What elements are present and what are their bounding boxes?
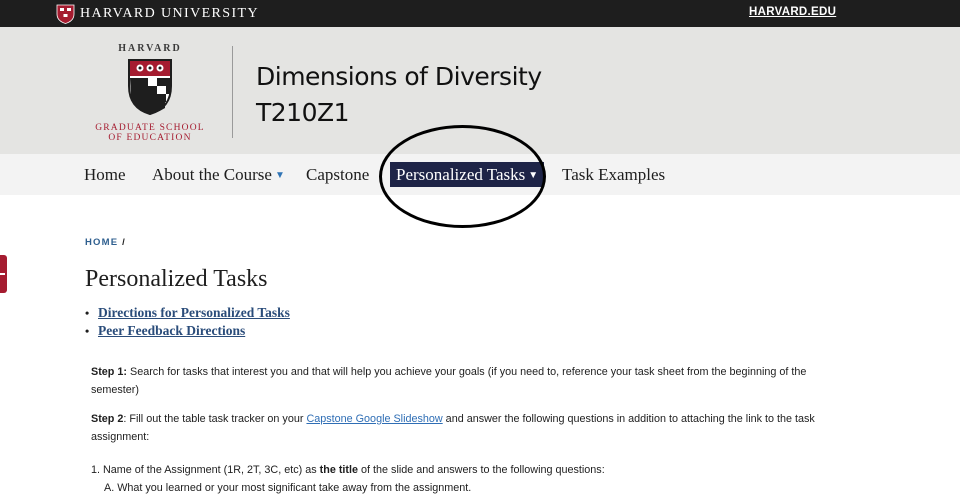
site-masthead: HARVARD GRADUATE SCHOOL OF EDUCATION Dime… [0,27,960,154]
list-item: A. What you learned or your most signifi… [91,479,851,497]
site-title[interactable]: Dimensions of Diversity T210Z1 [256,59,542,131]
breadcrumb: HOME / [85,237,126,248]
university-topbar: HARVARD UNIVERSITY HARVARD.EDU [0,0,960,27]
dropdown-caret-icon: ▼ [274,170,285,181]
harvard-university-link[interactable]: HARVARD UNIVERSITY [80,6,259,22]
breadcrumb-home-link[interactable]: HOME [85,237,118,248]
breadcrumb-separator: / [122,237,126,248]
nav-item-home[interactable]: Home [84,162,126,187]
item1-text-a: 1. Name of the Assignment (1R, 2T, 3C, e… [91,464,320,476]
gse-logo[interactable]: HARVARD GRADUATE SCHOOL OF EDUCATION [88,43,212,143]
main-nav: Home About the Course ▼ Capstone Personal… [0,154,960,195]
peer-feedback-link[interactable]: Peer Feedback Directions [98,323,245,338]
nav-item-personalized-tasks[interactable]: Personalized Tasks ▼ [390,162,545,187]
harvard-shield-icon[interactable] [56,4,75,24]
capstone-slideshow-link[interactable]: Capstone Google Slideshow [306,413,442,425]
step1-text: Search for tasks that interest you and t… [91,366,807,396]
bullet-icon: • [85,324,90,338]
item1-sub-a: A. What you learned or your most signifi… [104,482,472,494]
question-list: 1. Name of the Assignment (1R, 2T, 3C, e… [91,461,851,497]
masthead-divider [232,46,233,138]
harvard-edu-link[interactable]: HARVARD.EDU [749,6,836,18]
list-item: • Peer Feedback Directions [85,322,290,340]
list-item: • Directions for Personalized Tasks [85,304,290,322]
step2-label: Step 2 [91,413,124,425]
list-item: 1. Name of the Assignment (1R, 2T, 3C, e… [91,461,851,479]
site-title-line1: Dimensions of Diversity [256,62,542,91]
step2-text-a: : Fill out the table task tracker on you… [123,413,307,425]
site-title-line2: T210Z1 [256,98,350,127]
logo-harvard-text: HARVARD [118,43,182,54]
item1-text-b: of the slide and answers to the followin… [358,464,605,476]
directions-link-list: • Directions for Personalized Tasks • Peer… [85,304,290,340]
nav-item-task-examples[interactable]: Task Examples [562,162,665,187]
step1-paragraph: Step 1: Search for tasks that interest y… [91,363,831,399]
side-feedback-tab[interactable] [0,255,7,293]
directions-link[interactable]: Directions for Personalized Tasks [98,305,290,320]
nav-item-about-the-course[interactable]: About the Course ▼ [152,162,285,187]
nav-item-capstone[interactable]: Capstone [306,162,369,187]
dropdown-caret-icon: ▼ [528,170,539,181]
item1-bold: the title [319,464,359,476]
gse-shield-icon [128,59,172,116]
page-title: Personalized Tasks [85,266,268,292]
logo-school-text: GRADUATE SCHOOL OF EDUCATION [95,123,205,143]
step1-label: Step 1: [91,366,127,378]
bullet-icon: • [85,306,90,320]
step2-paragraph: Step 2: Fill out the table task tracker … [91,410,831,446]
